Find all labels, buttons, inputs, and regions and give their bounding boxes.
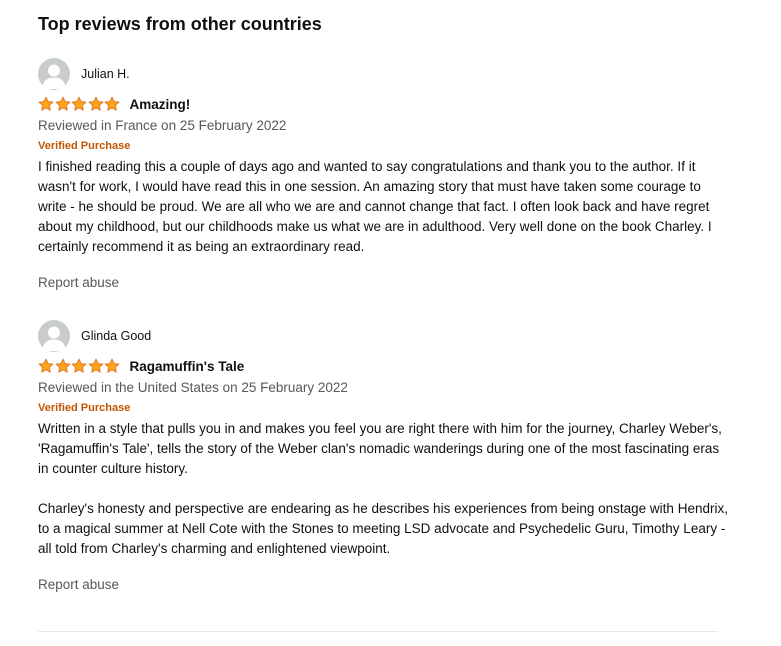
star-icon — [71, 96, 87, 111]
review-title[interactable]: Amazing! — [130, 97, 191, 112]
star-icon — [55, 358, 70, 373]
star-icon — [104, 358, 120, 373]
star-icon — [88, 358, 103, 373]
verified-purchase-badge: Verified Purchase — [38, 402, 131, 414]
report-abuse-link[interactable]: Report abuse — [38, 576, 119, 594]
reviewer-profile[interactable]: Glinda Good — [38, 320, 151, 352]
reviewer-profile[interactable]: Julian H. — [38, 58, 130, 90]
star-icon — [38, 358, 54, 373]
rating-row: Ragamuffin's Tale — [38, 357, 244, 375]
star-rating[interactable] — [38, 358, 121, 374]
star-icon — [71, 358, 87, 373]
default-avatar-icon — [38, 58, 70, 90]
star-icon — [55, 96, 70, 111]
reviewer-name: Julian H. — [81, 67, 130, 81]
section-title: Top reviews from other countries — [38, 14, 322, 34]
review-date: Reviewed in the United States on 25 Febr… — [38, 380, 348, 395]
star-icon — [104, 96, 120, 111]
review-date: Reviewed in France on 25 February 2022 — [38, 118, 287, 133]
review-title[interactable]: Ragamuffin's Tale — [130, 359, 245, 374]
review-body: I finished reading this a couple of days… — [38, 157, 728, 257]
review-paragraph: Written in a style that pulls you in and… — [38, 421, 722, 476]
review-body: Written in a style that pulls you in and… — [38, 419, 728, 559]
star-icon — [38, 96, 54, 111]
section-divider — [38, 631, 718, 632]
review-paragraph: I finished reading this a couple of days… — [38, 159, 712, 254]
report-abuse-link[interactable]: Report abuse — [38, 274, 119, 292]
star-icon — [88, 96, 103, 111]
rating-row: Amazing! — [38, 95, 190, 113]
default-avatar-icon — [38, 320, 70, 352]
verified-purchase-badge: Verified Purchase — [38, 140, 131, 152]
reviewer-name: Glinda Good — [81, 329, 152, 343]
review-paragraph: Charley's honesty and perspective are en… — [38, 501, 728, 556]
star-rating[interactable] — [38, 96, 121, 112]
